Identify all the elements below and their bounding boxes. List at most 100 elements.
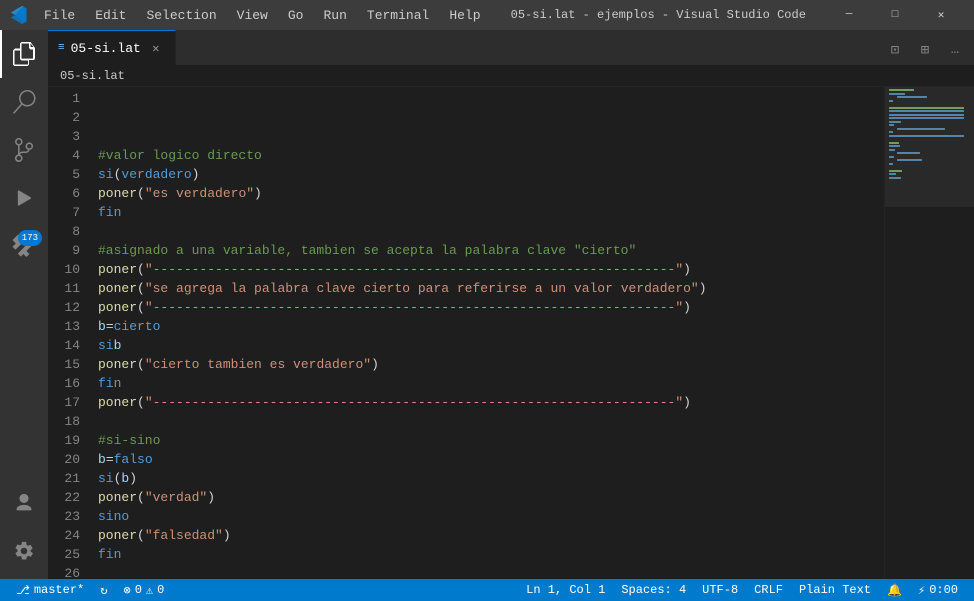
window-title: 05-si.lat - ejemplos - Visual Studio Cod… bbox=[491, 8, 826, 22]
line-number: 17 bbox=[48, 393, 88, 412]
notifications-status[interactable]: 🔔 bbox=[879, 579, 910, 601]
search-activity-icon[interactable] bbox=[0, 78, 48, 126]
menu-terminal[interactable]: Terminal bbox=[357, 0, 439, 30]
bell-icon: 🔔 bbox=[887, 583, 902, 598]
code-line bbox=[98, 412, 884, 431]
line-ending-status[interactable]: CRLF bbox=[746, 579, 791, 601]
editor-area: ≡ 05-si.lat ✕ ⊡ ⊞ … 05-si.lat 1234567891… bbox=[48, 30, 974, 579]
tab-close-button[interactable]: ✕ bbox=[147, 39, 165, 57]
spaces-status[interactable]: Spaces: 4 bbox=[613, 579, 694, 601]
tab-actions: ⊡ ⊞ … bbox=[880, 35, 974, 65]
main-layout: 173 ≡ 05-si.lat ✕ bbox=[0, 30, 974, 579]
line-number: 18 bbox=[48, 412, 88, 431]
code-line: #valor logico directo bbox=[98, 146, 884, 165]
vscode-logo bbox=[10, 6, 28, 24]
errors-status[interactable]: ⊗ 0 ⚠ 0 bbox=[115, 579, 172, 601]
code-line: poner("---------------------------------… bbox=[98, 393, 884, 412]
menu-selection[interactable]: Selection bbox=[136, 0, 226, 30]
line-number: 6 bbox=[48, 184, 88, 203]
line-number: 7 bbox=[48, 203, 88, 222]
code-line: poner("---------------------------------… bbox=[98, 260, 884, 279]
breadcrumb-file[interactable]: 05-si.lat bbox=[60, 69, 125, 83]
line-number: 8 bbox=[48, 222, 88, 241]
minimize-button[interactable]: ─ bbox=[826, 0, 872, 30]
warnings-count: 0 bbox=[157, 583, 164, 597]
menu-bar: File Edit Selection View Go Run Terminal… bbox=[10, 0, 491, 30]
remote-text: ⚡ bbox=[918, 583, 925, 598]
maximize-button[interactable]: □ bbox=[872, 0, 918, 30]
menu-run[interactable]: Run bbox=[313, 0, 356, 30]
sync-status[interactable]: ↻ bbox=[92, 579, 115, 601]
code-line: poner("se agrega la palabra clave cierto… bbox=[98, 279, 884, 298]
explorer-activity-icon[interactable] bbox=[0, 30, 48, 78]
code-line: si(b) bbox=[98, 469, 884, 488]
spaces-text: Spaces: 4 bbox=[621, 583, 686, 597]
line-number: 5 bbox=[48, 165, 88, 184]
code-line: fin bbox=[98, 203, 884, 222]
menu-file[interactable]: File bbox=[34, 0, 85, 30]
line-number: 10 bbox=[48, 260, 88, 279]
line-number: 26 bbox=[48, 564, 88, 579]
encoding-text: UTF-8 bbox=[702, 583, 738, 597]
title-bar: File Edit Selection View Go Run Terminal… bbox=[0, 0, 974, 30]
code-line: poner("es verdadero") bbox=[98, 184, 884, 203]
branch-status[interactable]: ⎇ master* bbox=[8, 579, 92, 601]
code-line: poner("falsedad") bbox=[98, 526, 884, 545]
layout-button[interactable]: ⊞ bbox=[910, 35, 940, 65]
code-line: fin bbox=[98, 374, 884, 393]
line-number: 25 bbox=[48, 545, 88, 564]
line-number: 20 bbox=[48, 450, 88, 469]
sync-icon: ↻ bbox=[100, 583, 107, 598]
line-number: 1 bbox=[48, 89, 88, 108]
remote-time: 0:00 bbox=[929, 583, 958, 597]
line-number: 16 bbox=[48, 374, 88, 393]
menu-view[interactable]: View bbox=[227, 0, 278, 30]
line-number: 3 bbox=[48, 127, 88, 146]
line-numbers: 1234567891011121314151617181920212223242… bbox=[48, 87, 98, 579]
minimap-line bbox=[889, 117, 970, 121]
more-actions-button[interactable]: … bbox=[940, 35, 970, 65]
code-line: si(verdadero) bbox=[98, 165, 884, 184]
code-editor[interactable]: 1234567891011121314151617181920212223242… bbox=[48, 87, 974, 579]
tab-file-icon: ≡ bbox=[58, 42, 65, 54]
line-number: 2 bbox=[48, 108, 88, 127]
minimap-line bbox=[889, 110, 970, 114]
run-activity-icon[interactable] bbox=[0, 174, 48, 222]
tab-label: 05-si.lat bbox=[71, 41, 141, 56]
code-line: #asignado a una variable, tambien se ace… bbox=[98, 241, 884, 260]
source-control-activity-icon[interactable] bbox=[0, 126, 48, 174]
line-number: 4 bbox=[48, 146, 88, 165]
position-text: Ln 1, Col 1 bbox=[526, 583, 605, 597]
close-button[interactable]: ✕ bbox=[918, 0, 964, 30]
tab-05-si-lat[interactable]: ≡ 05-si.lat ✕ bbox=[48, 30, 176, 65]
code-line: #si-sino bbox=[98, 431, 884, 450]
code-content[interactable]: #valor logico directosi(verdadero) poner… bbox=[98, 87, 884, 579]
code-line: sino bbox=[98, 507, 884, 526]
split-editor-button[interactable]: ⊡ bbox=[880, 35, 910, 65]
position-status[interactable]: Ln 1, Col 1 bbox=[518, 579, 613, 601]
code-line: poner("verdad") bbox=[98, 488, 884, 507]
accounts-activity-icon[interactable] bbox=[0, 479, 48, 527]
code-line: b = cierto bbox=[98, 317, 884, 336]
language-status[interactable]: Plain Text bbox=[791, 579, 879, 601]
warnings-icon: ⚠ bbox=[146, 583, 153, 598]
menu-help[interactable]: Help bbox=[439, 0, 490, 30]
line-number: 15 bbox=[48, 355, 88, 374]
activity-bar: 173 bbox=[0, 30, 48, 579]
minimap[interactable] bbox=[884, 87, 974, 579]
encoding-status[interactable]: UTF-8 bbox=[694, 579, 746, 601]
errors-count: 0 bbox=[135, 583, 142, 597]
menu-edit[interactable]: Edit bbox=[85, 0, 136, 30]
line-number: 13 bbox=[48, 317, 88, 336]
code-line: si b bbox=[98, 336, 884, 355]
remote-status[interactable]: ⚡ 0:00 bbox=[910, 579, 966, 601]
settings-activity-icon[interactable] bbox=[0, 527, 48, 575]
breadcrumb: 05-si.lat bbox=[48, 65, 974, 87]
window-controls: ─ □ ✕ bbox=[826, 0, 964, 30]
code-line bbox=[98, 222, 884, 241]
extensions-activity-icon[interactable]: 173 bbox=[0, 222, 48, 270]
line-number: 12 bbox=[48, 298, 88, 317]
code-line: poner("cierto tambien es verdadero") bbox=[98, 355, 884, 374]
minimap-content bbox=[885, 87, 974, 182]
menu-go[interactable]: Go bbox=[278, 0, 314, 30]
